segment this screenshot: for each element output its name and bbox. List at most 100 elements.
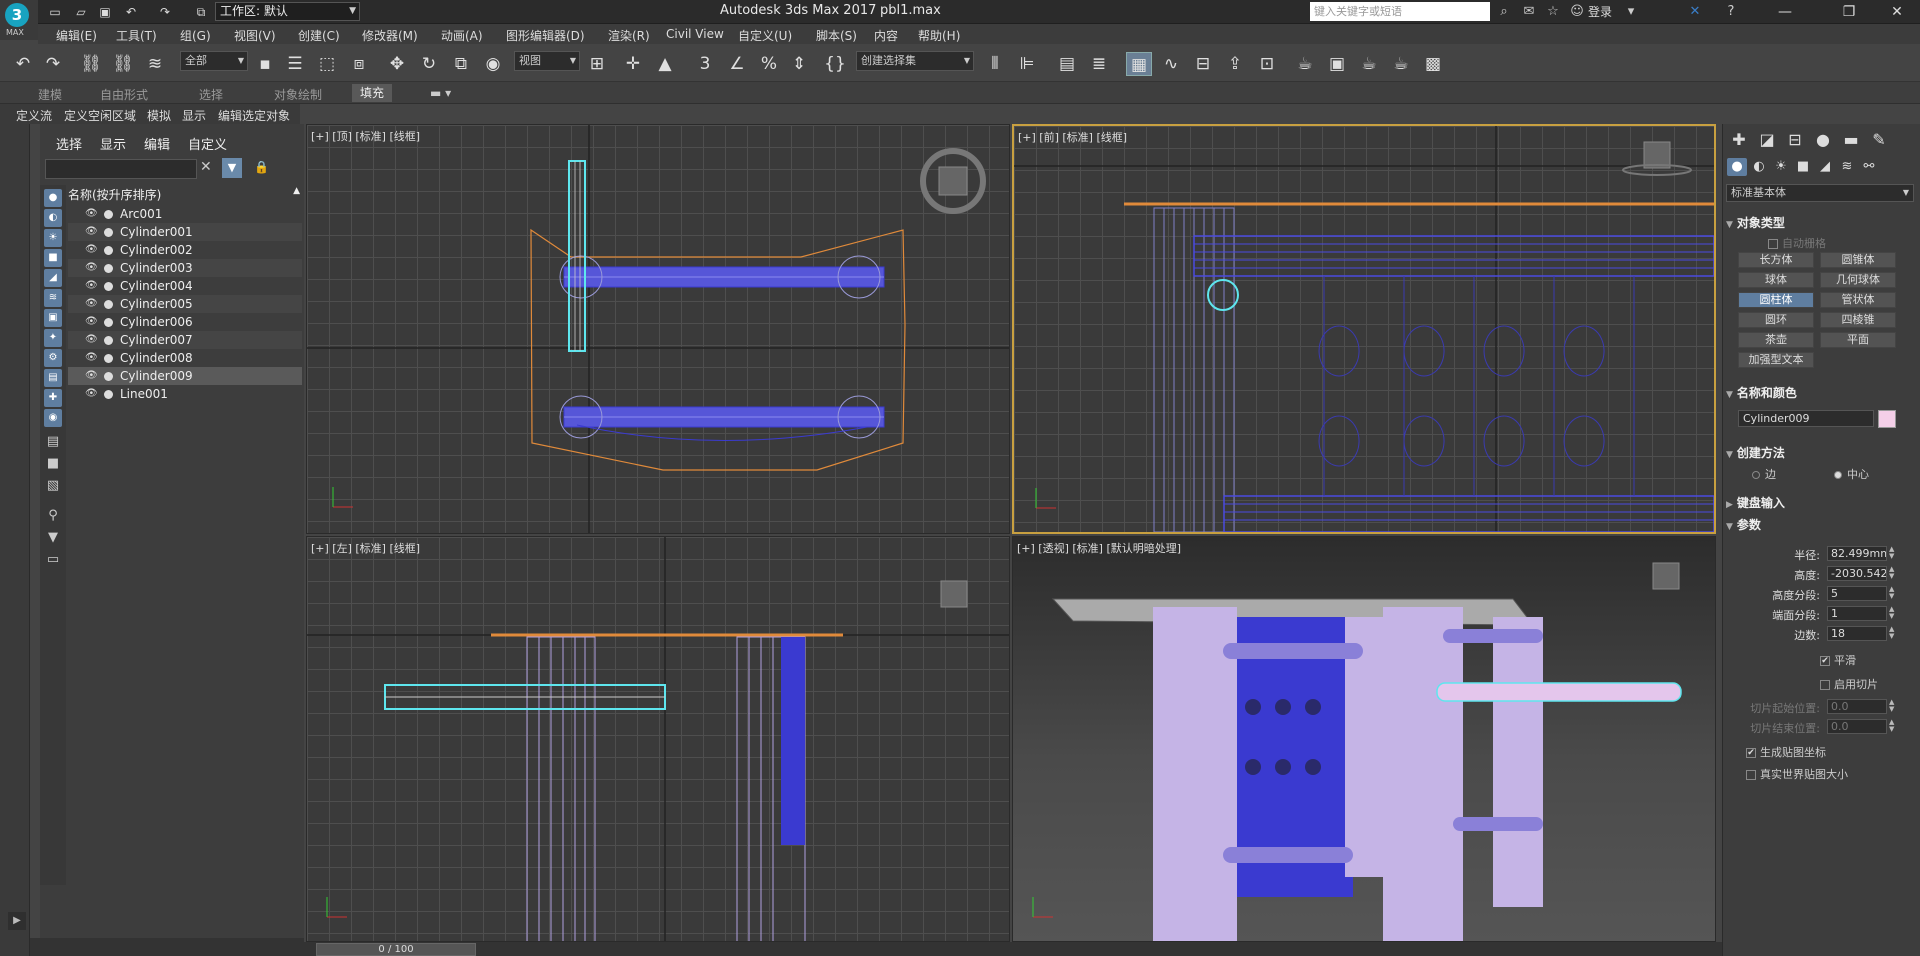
scene-list-item[interactable]: 👁 Cylinder002	[68, 241, 302, 259]
object-category-dropdown[interactable]: 标准基本体 ▼	[1726, 184, 1914, 202]
ribbon-options-icon[interactable]: ▬ ▾	[430, 86, 451, 100]
param-field[interactable]: 5	[1827, 586, 1887, 601]
slice-from-field[interactable]: 0.0	[1827, 699, 1887, 714]
align-icon[interactable]: ⊫	[1014, 52, 1040, 76]
search-input[interactable]: 键入关键字或短语	[1310, 2, 1490, 21]
select-scale-icon[interactable]: ⧉	[448, 52, 474, 76]
object-type-rollout[interactable]: ▼ 对象类型	[1726, 214, 1916, 231]
generate-mapping-checkbox[interactable]: ✔ 生成贴图坐标	[1746, 744, 1826, 760]
menu-edit[interactable]: 编辑(E)	[56, 27, 97, 44]
display-all-icon[interactable]: ▤	[44, 369, 62, 387]
square-icon[interactable]: ■	[44, 455, 62, 473]
menu-group[interactable]: 组(G)	[180, 27, 211, 44]
file-icon[interactable]: ▧	[44, 477, 62, 495]
select-rotate-icon[interactable]: ↻	[416, 52, 442, 76]
schematic-view-icon[interactable]: ⊟	[1190, 52, 1216, 76]
spinner-icon[interactable]: ▲ ▼	[1889, 626, 1897, 641]
freeze-dot-icon[interactable]	[104, 390, 113, 399]
app-logo[interactable]: 3 MAX	[0, 0, 38, 40]
user-icon[interactable]: ☺	[1568, 3, 1586, 21]
systems-icon[interactable]: ⚯	[1859, 158, 1879, 176]
ribbon-item-display[interactable]: 显示	[182, 107, 206, 124]
edit-named-selection-icon[interactable]: {}	[822, 52, 848, 76]
param-field[interactable]: 1	[1827, 606, 1887, 621]
ribbon-tab-populate[interactable]: 填充	[352, 84, 393, 102]
render-production-icon[interactable]: ▣	[1324, 52, 1350, 76]
new-file-icon[interactable]: ▭	[46, 3, 64, 21]
named-selection-dropdown[interactable]: 创建选择集 ▼	[856, 51, 974, 71]
spinner-icon[interactable]: ▲ ▼	[1889, 719, 1897, 734]
parameters-rollout[interactable]: ▼ 参数	[1726, 516, 1916, 533]
param-field[interactable]: 82.499mm	[1827, 546, 1887, 561]
scene-list-item[interactable]: 👁 Cylinder004	[68, 277, 302, 295]
create-tab-icon[interactable]: ✚	[1727, 130, 1751, 150]
scene-list-item[interactable]: 👁 Cylinder008	[68, 349, 302, 367]
freeze-dot-icon[interactable]	[104, 228, 113, 237]
name-color-rollout[interactable]: ▼ 名称和颜色	[1726, 384, 1916, 401]
cameras-filter-icon[interactable]: ■	[44, 249, 62, 267]
communication-center-icon[interactable]: ✉	[1520, 3, 1538, 21]
auto-grid-checkbox[interactable]: 自动栅格	[1768, 235, 1826, 251]
creation-method-rollout[interactable]: ▼ 创建方法	[1726, 444, 1916, 461]
visibility-eye-icon[interactable]: 👁	[85, 331, 98, 349]
freeze-dot-icon[interactable]	[104, 246, 113, 255]
render-online-icon[interactable]: ▩	[1420, 52, 1446, 76]
space-warps-filter-icon[interactable]: ≋	[44, 289, 62, 307]
menu-content[interactable]: 内容	[874, 27, 898, 44]
spinner-snap-icon[interactable]: ⇕	[786, 52, 812, 76]
save-file-icon[interactable]: ▣	[96, 3, 114, 21]
object-type-button[interactable]: 圆环	[1738, 312, 1814, 328]
ribbon-tab-selection[interactable]: 选择	[199, 86, 223, 103]
scene-menu-customize[interactable]: 自定义	[188, 134, 227, 153]
help-icon[interactable]: ?	[1722, 3, 1740, 21]
menu-rendering[interactable]: 渲染(R)	[608, 27, 650, 44]
shapes-icon[interactable]: ◐	[1749, 158, 1769, 176]
spinner-icon[interactable]: ▲ ▼	[1889, 606, 1897, 621]
menu-create[interactable]: 创建(C)	[298, 27, 340, 44]
object-type-button[interactable]: 平面	[1820, 332, 1896, 348]
menu-graph-editors[interactable]: 图形编辑器(D)	[506, 27, 585, 44]
spinner-icon[interactable]: ▲ ▼	[1889, 546, 1897, 561]
redo-icon[interactable]: ↷	[40, 52, 66, 76]
object-type-button[interactable]: 加强型文本	[1738, 352, 1814, 368]
freeze-dot-icon[interactable]	[104, 372, 113, 381]
window-crossing-icon[interactable]: ⧈	[346, 52, 372, 76]
ribbon-tab-freeform[interactable]: 自由形式	[100, 86, 148, 103]
modify-tab-icon[interactable]: ◪	[1755, 130, 1779, 150]
percent-snap-icon[interactable]: %	[756, 52, 782, 76]
spinner-icon[interactable]: ▲ ▼	[1889, 586, 1897, 601]
reference-coordinate-dropdown[interactable]: 视图 ▼	[514, 51, 580, 71]
ribbon-item-simulate[interactable]: 模拟	[147, 107, 171, 124]
geometry-filter-icon[interactable]: ●	[44, 189, 62, 207]
bind-space-warp-icon[interactable]: ≋	[142, 52, 168, 76]
display-none-icon[interactable]: ✚	[44, 389, 62, 407]
object-type-button[interactable]: 茶壶	[1738, 332, 1814, 348]
freeze-dot-icon[interactable]	[104, 354, 113, 363]
pivot-center-icon[interactable]: ⊞	[584, 52, 610, 76]
funnel-icon[interactable]: ▼	[44, 529, 62, 547]
viewport-front[interactable]: [+] [前] [标准] [线框]	[1012, 124, 1716, 534]
menu-civil-view[interactable]: Civil View	[666, 27, 724, 41]
exchange-apps-icon[interactable]: ✕	[1686, 3, 1704, 21]
ribbon-item-edit-selected[interactable]: 编辑选定对象	[218, 107, 290, 124]
object-color-swatch[interactable]	[1878, 410, 1896, 428]
menu-modifiers[interactable]: 修改器(M)	[362, 27, 418, 44]
freeze-dot-icon[interactable]	[104, 300, 113, 309]
scene-list-item[interactable]: 👁 Cylinder001	[68, 223, 302, 241]
viewport-perspective[interactable]: [+] [透视] [标准] [默认明暗处理]	[1012, 536, 1716, 942]
freeze-dot-icon[interactable]	[104, 264, 113, 273]
material-editor-icon[interactable]: ⇪	[1222, 52, 1248, 76]
ribbon-item-define-idle-areas[interactable]: 定义空闲区域	[64, 107, 136, 124]
menu-tools[interactable]: 工具(T)	[116, 27, 157, 44]
shapes-filter-icon[interactable]: ◐	[44, 209, 62, 227]
visibility-eye-icon[interactable]: 👁	[85, 277, 98, 295]
scene-list-item[interactable]: 👁 Cylinder006	[68, 313, 302, 331]
binoculars-icon[interactable]: ⌕	[1495, 3, 1513, 21]
object-type-button[interactable]: 球体	[1738, 272, 1814, 288]
redo-icon[interactable]: ↷	[156, 3, 174, 21]
funnel-settings-icon[interactable]: ⚲	[44, 507, 62, 525]
display-tab-icon[interactable]: ▬	[1839, 130, 1863, 150]
freeze-dot-icon[interactable]	[104, 210, 113, 219]
space-warps-icon[interactable]: ≋	[1837, 158, 1857, 176]
project-folder-icon[interactable]: ⧉	[192, 3, 210, 21]
